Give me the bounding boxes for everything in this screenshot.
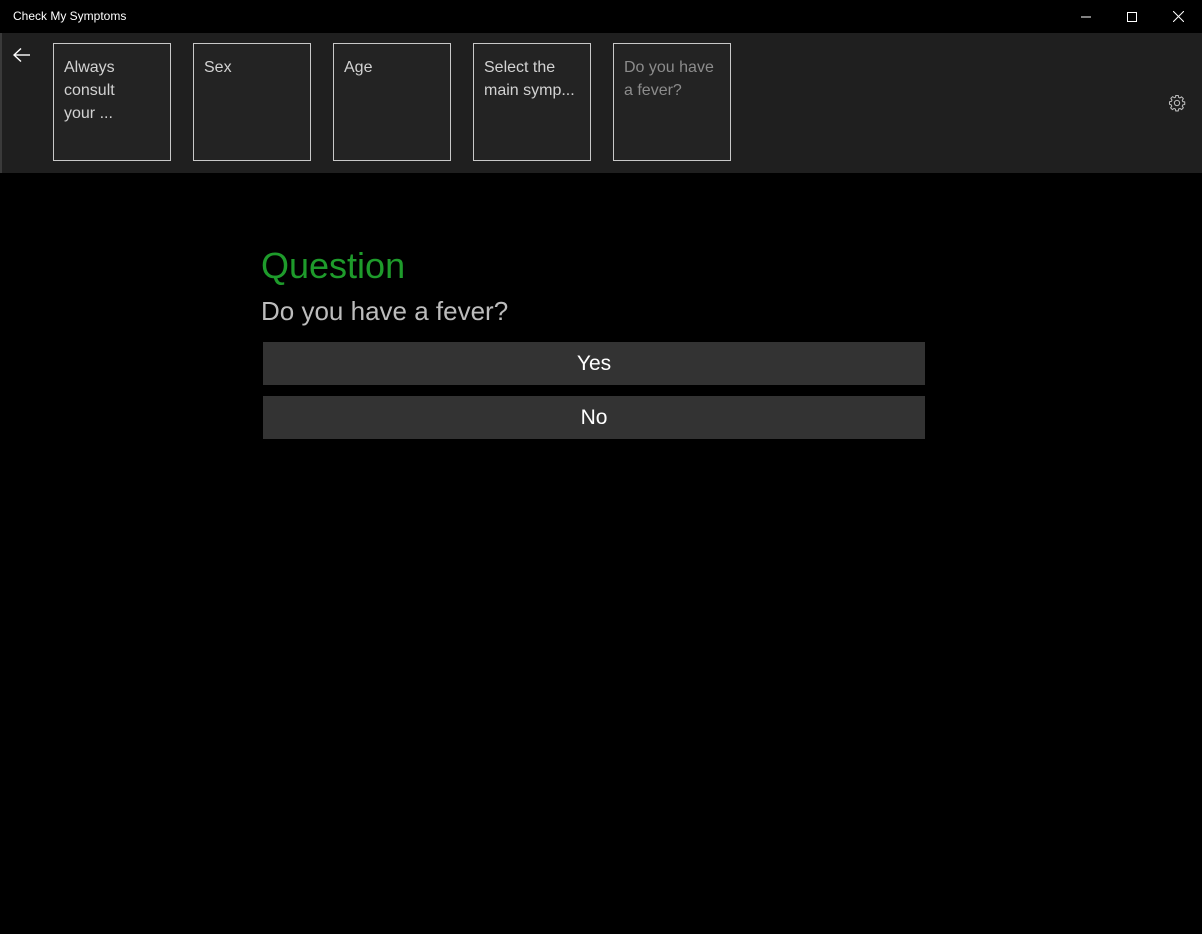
gear-icon (1168, 94, 1186, 112)
yes-button[interactable]: Yes (263, 342, 925, 385)
minimize-icon (1081, 16, 1091, 17)
back-button[interactable] (8, 41, 36, 69)
back-arrow-icon (13, 48, 30, 62)
breadcrumb-step-age[interactable]: Age (333, 43, 451, 161)
maximize-button[interactable] (1109, 0, 1155, 33)
breadcrumb: Always consult your ... Sex Age Select t… (0, 33, 1202, 173)
breadcrumb-step-sex[interactable]: Sex (193, 43, 311, 161)
window-title: Check My Symptoms (13, 9, 127, 23)
close-icon (1172, 11, 1184, 22)
no-button[interactable]: No (263, 396, 925, 439)
window-edge (0, 33, 2, 173)
question-heading: Question (261, 245, 406, 286)
settings-button[interactable] (1167, 93, 1187, 113)
maximize-icon (1127, 11, 1137, 22)
close-button[interactable] (1155, 0, 1201, 33)
breadcrumb-step-disclaimer[interactable]: Always consult your ... (53, 43, 171, 161)
breadcrumb-step-main-symptom[interactable]: Select the main symp... (473, 43, 591, 161)
title-bar: Check My Symptoms (0, 0, 1202, 33)
question-text: Do you have a fever? (261, 296, 509, 326)
minimize-button[interactable] (1063, 0, 1109, 33)
breadcrumb-step-fever[interactable]: Do you have a fever? (613, 43, 731, 161)
